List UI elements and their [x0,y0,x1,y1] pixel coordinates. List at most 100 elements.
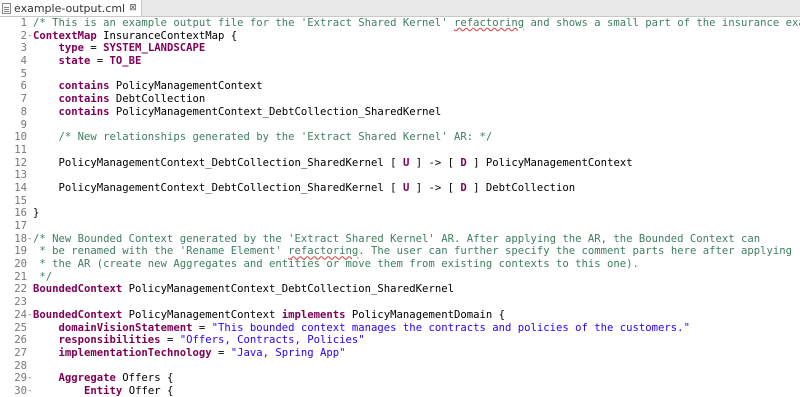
code-text: responsibilities = "Offers, Contracts, P… [33,334,365,347]
code-line[interactable]: 5 [0,68,800,81]
code-text: BoundedContext PolicyManagementContext_D… [33,283,454,296]
code-line[interactable]: 20 * the AR (create new Aggregates and e… [0,258,800,271]
code-text: type = SYSTEM_LANDSCAPE [33,42,206,55]
code-text: BoundedContext PolicyManagementContext i… [33,309,505,322]
code-token: PolicyManagementContext_DebtCollection_S… [33,156,403,169]
code-token: state [58,55,91,68]
code-token: refactoring [288,245,359,258]
code-line[interactable]: 28 [0,360,800,373]
fold-toggle-icon[interactable]: - [27,385,32,397]
code-token: Offer { [122,384,174,397]
editor-tab[interactable]: example-output.cml ⊠ [0,0,142,16]
code-text: ContextMap InsuranceContextMap { [33,30,237,43]
code-line[interactable]: 17 [0,220,800,233]
code-text: Entity Offer { [33,385,173,397]
line-number: 24 [14,308,27,321]
code-line[interactable]: 7 contains DebtCollection [0,93,800,106]
code-token: "Java, Spring App" [230,346,346,359]
line-number: 16 [14,207,27,220]
line-number: 12 [14,156,27,169]
code-line[interactable]: 4 state = TO_BE [0,55,800,68]
line-number: 17 [14,220,27,232]
code-text: contains DebtCollection [33,93,206,106]
line-number: 2 [20,29,27,42]
code-editor[interactable]: 1 /* This is an example output file for t… [0,17,800,397]
code-token: ] -> [ [409,156,461,169]
code-line[interactable]: 27 implementationTechnology = "Java, Spr… [0,347,800,360]
code-line[interactable]: 25 domainVisionStatement = "This bounded… [0,322,800,335]
code-line[interactable]: 13 [0,169,800,182]
line-number: 1 [20,17,27,29]
line-number: 4 [20,55,27,68]
code-token: domainVisionStatement [58,321,193,334]
code-line[interactable]: 9 [0,119,800,132]
code-line[interactable]: 10 /* New relationships generated by the… [0,131,800,144]
code-token: PolicyManagementContext_DebtCollection_S… [122,283,454,296]
code-token: = [211,346,231,359]
fold-toggle-icon[interactable]: - [27,30,32,43]
code-line[interactable]: 26 responsibilities = "Offers, Contracts… [0,334,800,347]
code-token: SYSTEM_LANDSCAPE [103,42,206,55]
code-line[interactable]: 19 * be renamed with the 'Rename Element… [0,245,800,258]
code-token: ] -> [ [409,181,461,194]
code-line[interactable]: 29- Aggregate Offers { [0,372,800,385]
code-line[interactable]: 1 /* This is an example output file for t… [0,17,800,30]
code-token: Aggregate [58,372,116,385]
code-token: BoundedContext [33,283,123,296]
code-token: . The user can further specify the comme… [358,245,792,258]
code-token: Entity [84,384,123,397]
line-number: 3 [20,42,27,55]
line-number: 21 [14,270,27,283]
code-text: domainVisionStatement = "This bounded co… [33,322,690,335]
code-line[interactable]: 30- Entity Offer { [0,385,800,397]
code-token: BoundedContext [33,308,123,321]
code-token: */ [33,270,53,283]
line-number: 23 [14,296,27,309]
line-number: 6 [20,80,27,93]
code-text: state = TO_BE [33,55,142,68]
code-text: /* This is an example output file for th… [33,17,800,30]
line-number: 25 [14,321,27,334]
code-line[interactable]: 21 */ [0,271,800,284]
code-token: PolicyManagementContext [109,80,263,93]
code-line[interactable]: 2- ContextMap InsuranceContextMap { [0,30,800,43]
code-line[interactable]: 11 [0,144,800,157]
fold-toggle-icon[interactable]: - [27,233,32,246]
code-token: ] PolicyManagementContext [466,156,633,169]
code-token: contains [58,80,110,93]
code-token: /* This is an example output file for th… [33,17,454,29]
code-line[interactable]: 22 BoundedContext PolicyManagementContext… [0,283,800,296]
code-text: * the AR (create new Aggregates and enti… [33,258,639,271]
fold-toggle-icon[interactable]: - [27,372,32,385]
code-line[interactable]: 23 [0,296,800,309]
code-text: contains PolicyManagementContext_DebtCol… [33,105,442,119]
code-line[interactable]: 24- BoundedContext PolicyManagementContex… [0,309,800,322]
code-token: * the AR (create new Aggregates and enti… [33,258,639,271]
code-line[interactable]: 12 PolicyManagementContext_DebtCollectio… [0,157,800,170]
code-line[interactable]: 16} [0,207,800,220]
code-line[interactable]: 3 type = SYSTEM_LANDSCAPE [0,42,800,55]
code-line[interactable]: 6 contains PolicyManagementContext [0,80,800,93]
code-line[interactable]: 14 PolicyManagementContext_DebtCollectio… [0,182,800,195]
line-number: 29 [14,372,27,385]
code-line[interactable]: 8 contains PolicyManagementContext_DebtC… [0,106,800,119]
code-text: } [33,207,39,220]
code-line[interactable]: 15 [0,195,800,208]
line-number: 27 [14,346,27,359]
code-text: contains PolicyManagementContext [33,80,263,93]
fold-toggle-icon[interactable]: - [27,309,32,322]
close-icon[interactable]: ⊠ [129,3,137,13]
code-token: InsuranceContextMap { [96,29,238,42]
code-token: contains [58,105,110,118]
code-token: refactoring [453,17,525,29]
line-number: 28 [14,359,27,372]
code-line[interactable]: 18-/* New Bounded Context generated by t… [0,233,800,246]
code-text: PolicyManagementContext_DebtCollection_S… [33,157,633,170]
code-token: = [84,42,104,55]
code-token: PolicyManagementContext_DebtCollection_S… [33,181,403,194]
